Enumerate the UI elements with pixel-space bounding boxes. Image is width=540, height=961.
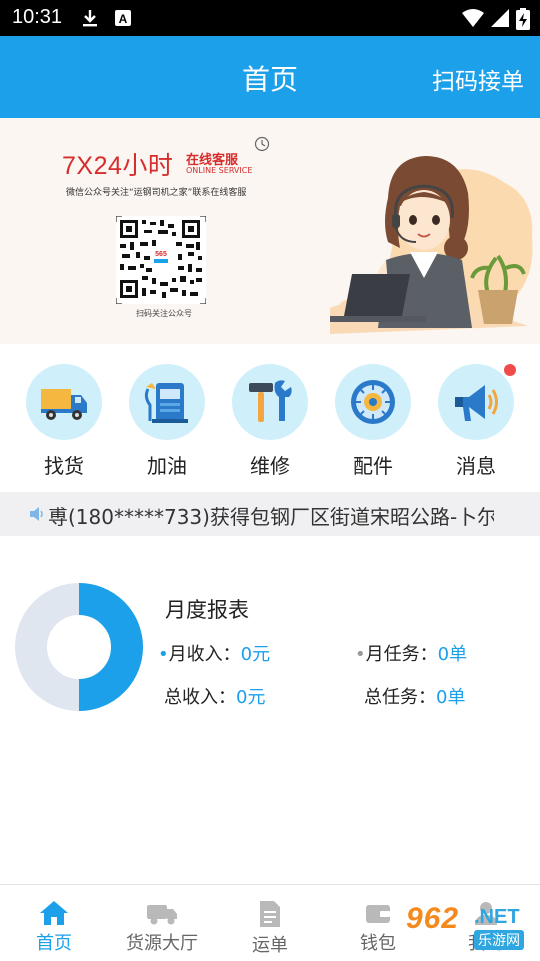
scan-order-button[interactable]: 扫码接单 <box>432 62 524 96</box>
report-donut-chart <box>15 583 143 711</box>
message-badge <box>504 364 516 376</box>
banner-headline: 7X24小时 <box>62 152 174 180</box>
wallet-icon <box>366 905 390 923</box>
truck-icon <box>147 905 177 925</box>
home-icon <box>40 901 68 925</box>
donut-highlight-segment <box>78 583 143 711</box>
tab-label: 运单 <box>252 935 288 956</box>
monthly-income-row: •月收入：0元 <box>158 640 270 666</box>
quick-item-refuel[interactable]: 加油 <box>128 364 206 479</box>
total-tasks-value: 0单 <box>436 687 466 708</box>
hammer-wrench-icon <box>232 364 308 440</box>
tab-label: 货源大厅 <box>126 933 198 954</box>
quick-item-parts[interactable]: 配件 <box>334 364 412 479</box>
watermark-name: 乐游网 <box>474 930 524 950</box>
bullet-dot: • <box>158 644 169 665</box>
document-icon <box>260 901 280 927</box>
status-time: 10:31 <box>12 6 63 28</box>
quick-item-find-goods[interactable]: 找货 <box>25 364 103 479</box>
watermark-number: 962 <box>406 902 460 935</box>
battery-charging-icon <box>516 8 530 34</box>
total-income-value: 0元 <box>236 687 266 708</box>
svg-text:565: 565 <box>155 251 167 258</box>
quick-item-repair[interactable]: 维修 <box>231 364 309 479</box>
tab-label: 首页 <box>36 933 72 954</box>
monthly-tasks-label: 月任务： <box>365 644 438 665</box>
total-income-row: 总收入：0元 <box>164 683 265 709</box>
announcement-ticker[interactable]: 尃(180*****733)获得包钢厂区街道宋昭公路-卜尔 <box>0 492 540 536</box>
gear-part-icon <box>335 364 411 440</box>
monthly-income-value: 0元 <box>240 644 271 665</box>
svg-text:A: A <box>119 12 128 26</box>
fuel-pump-icon <box>129 364 205 440</box>
total-income-label: 总收入： <box>164 687 236 708</box>
banner-follow-text: 微信公众号关注“运钢司机之家”联系在线客服 <box>66 188 247 198</box>
truck-icon <box>26 364 102 440</box>
monthly-tasks-value: 0单 <box>437 644 468 665</box>
promo-banner[interactable]: 7X24小时 在线客服 ONLINE SERVICE 微信公众号关注“运钢司机之… <box>0 118 540 344</box>
ticker-text: 尃(180*****733)获得包钢厂区街道宋昭公路-卜尔 <box>48 505 494 529</box>
download-icon <box>80 8 100 32</box>
monthly-tasks-row: •月任务：0单 <box>355 640 467 666</box>
monthly-report: 月度报表 •月收入：0元 •月任务：0单 总收入：0元 总任务：0单 <box>0 536 540 884</box>
qr-caption: 扫码关注公众号 <box>136 309 192 318</box>
tab-home[interactable]: 首页 <box>0 885 108 961</box>
notification-a-icon: A <box>114 8 132 32</box>
quick-menu: 找货 加油 维修 配件 消息 <box>0 344 540 492</box>
speaker-icon <box>28 505 46 527</box>
customer-service-illustration <box>300 138 540 344</box>
bullet-dot: • <box>355 644 366 665</box>
clock-icon <box>254 136 270 156</box>
app-bar: 首页 扫码接单 <box>0 36 540 118</box>
quick-item-label: 配件 <box>353 454 393 478</box>
wifi-icon <box>462 8 484 32</box>
monthly-income-label: 月收入： <box>168 644 241 665</box>
qr-code: 565 <box>115 215 207 305</box>
total-tasks-row: 总任务：0单 <box>364 683 465 709</box>
site-watermark: 962 .NET 乐游网 <box>400 896 536 958</box>
quick-item-label: 找货 <box>44 454 84 478</box>
quick-item-label: 加油 <box>147 454 187 478</box>
quick-item-label: 消息 <box>456 454 496 478</box>
total-tasks-label: 总任务： <box>364 687 436 708</box>
banner-online-service-en: ONLINE SERVICE <box>186 166 253 175</box>
tab-cargo-hall[interactable]: 货源大厅 <box>108 885 216 961</box>
quick-item-label: 维修 <box>250 454 290 478</box>
status-bar: 10:31 A <box>0 0 540 36</box>
signal-icon <box>490 8 510 32</box>
watermark-domain: .NET <box>474 906 520 928</box>
quick-item-messages[interactable]: 消息 <box>437 364 516 479</box>
report-title: 月度报表 <box>165 598 249 622</box>
megaphone-icon <box>438 364 516 440</box>
tab-waybill[interactable]: 运单 <box>216 885 324 961</box>
